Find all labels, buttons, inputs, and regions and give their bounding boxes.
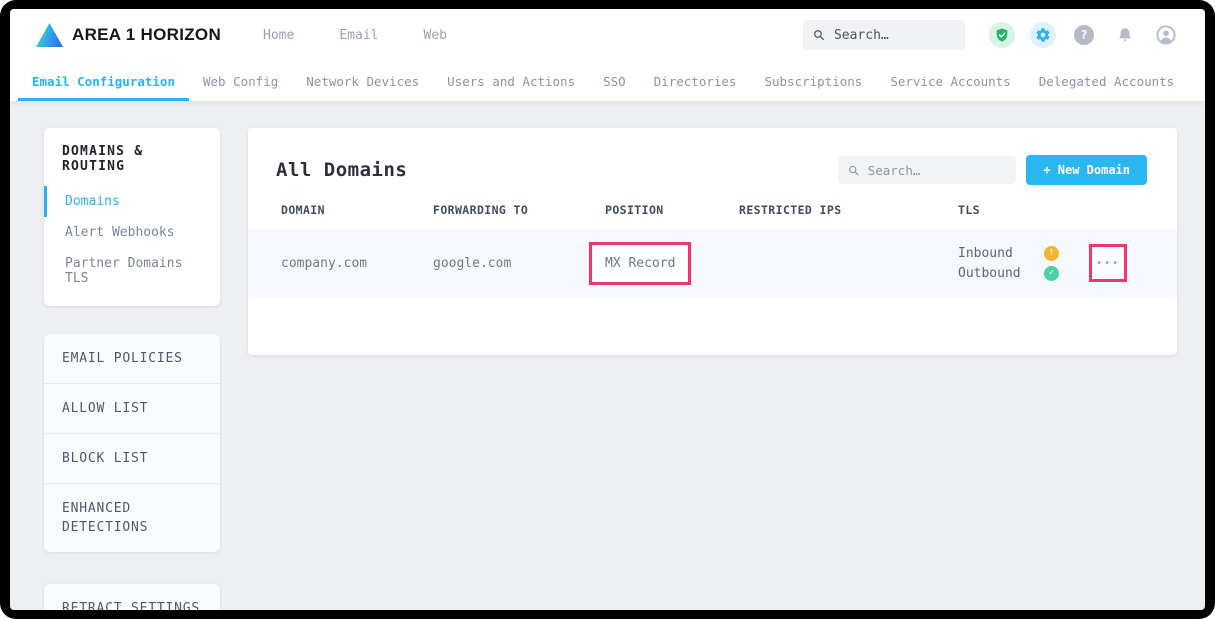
column-header-domain: DOMAIN [281,203,433,217]
sidebar: DOMAINS & ROUTING Domains Alert Webhooks… [44,128,220,610]
cell-forwarding-to: google.com [433,256,605,271]
tab-web-config[interactable]: Web Config [189,61,292,101]
gear-icon[interactable] [1030,22,1056,48]
global-search[interactable] [803,20,965,50]
sidebar-item-partner-domains-tls[interactable]: Partner Domains TLS [44,248,220,294]
search-icon [848,164,859,177]
top-nav: Home Email Web [263,28,447,43]
top-icon-row: ? [989,22,1179,48]
column-header-tls: TLS [958,203,1093,217]
row-actions-menu-button[interactable]: ••• [1089,244,1127,282]
account-icon[interactable] [1153,22,1179,48]
sidebar-section-block-list[interactable]: BLOCK LIST [44,433,220,483]
top-bar: AREA 1 HORIZON Home Email Web ? [10,9,1205,61]
cell-actions: ••• [1093,244,1177,282]
config-tab-bar: Email Configuration Web Config Network D… [10,61,1205,102]
domains-routing-card: DOMAINS & ROUTING Domains Alert Webhooks… [44,128,220,306]
table-row[interactable]: company.com google.com MX Record Inbound… [248,229,1177,297]
tab-directories[interactable]: Directories [640,61,751,101]
position-value: MX Record [605,256,675,271]
top-nav-web[interactable]: Web [423,28,446,43]
top-nav-email[interactable]: Email [339,28,378,43]
panel-header: All Domains + New Domain [248,128,1177,203]
top-nav-home[interactable]: Home [263,28,294,43]
sidebar-section-retract-settings[interactable]: RETRACT SETTINGS [44,584,220,610]
shield-check-icon[interactable] [989,22,1015,48]
column-header-restricted-ips: RESTRICTED IPS [739,203,958,217]
page-title: All Domains [276,159,407,181]
tab-email-configuration[interactable]: Email Configuration [18,61,189,101]
tls-inbound-row: Inbound ! [958,246,1093,261]
sidebar-item-domains[interactable]: Domains [44,186,220,217]
check-icon: ✓ [1044,266,1059,281]
column-header-forwarding-to: FORWARDING TO [433,203,605,217]
domain-search-input[interactable] [868,163,1007,178]
sidebar-section-enhanced-detections[interactable]: ENHANCED DETECTIONS [44,483,220,552]
position-highlight-box: MX Record [589,242,691,285]
domain-search[interactable] [838,156,1016,184]
sidebar-item-alert-webhooks[interactable]: Alert Webhooks [44,217,220,248]
sidebar-section-allow-list[interactable]: ALLOW LIST [44,383,220,433]
app-window: AREA 1 HORIZON Home Email Web ? [10,9,1205,610]
tls-outbound-row: Outbound ✓ [958,266,1093,281]
policies-card: EMAIL POLICIES ALLOW LIST BLOCK LIST ENH… [44,334,220,552]
cell-domain: company.com [281,256,433,271]
tab-users-and-actions[interactable]: Users and Actions [433,61,589,101]
brand-logo[interactable]: AREA 1 HORIZON [36,23,221,47]
column-header-position: POSITION [605,203,739,217]
tab-service-accounts[interactable]: Service Accounts [876,61,1024,101]
screenshot-frame: AREA 1 HORIZON Home Email Web ? [0,0,1215,619]
cell-position: MX Record [605,242,739,285]
area1-triangle-icon [36,23,63,47]
search-icon [813,28,825,42]
tls-outbound-label: Outbound [958,266,1044,281]
tab-subscriptions[interactable]: Subscriptions [750,61,876,101]
tab-delegated-accounts[interactable]: Delegated Accounts [1025,61,1188,101]
sidebar-section-email-policies[interactable]: EMAIL POLICIES [44,334,220,383]
page-body: DOMAINS & ROUTING Domains Alert Webhooks… [10,102,1205,610]
brand-name: AREA 1 HORIZON [72,25,221,45]
global-search-input[interactable] [834,28,955,43]
cell-tls: Inbound ! Outbound ✓ [958,246,1093,281]
domains-routing-title: DOMAINS & ROUTING [44,128,220,186]
warning-icon: ! [1044,246,1059,261]
tab-sso[interactable]: SSO [589,61,640,101]
tab-network-devices[interactable]: Network Devices [292,61,433,101]
bell-icon[interactable] [1112,22,1138,48]
ellipsis-icon: ••• [1096,258,1120,269]
tls-inbound-label: Inbound [958,246,1044,261]
help-icon[interactable]: ? [1071,22,1097,48]
all-domains-panel: All Domains + New Domain DOMAIN FORWARDI… [248,128,1177,355]
table-header-row: DOMAIN FORWARDING TO POSITION RESTRICTED… [248,203,1177,229]
retract-settings-card: RETRACT SETTINGS [44,584,220,610]
new-domain-button[interactable]: + New Domain [1026,155,1147,185]
